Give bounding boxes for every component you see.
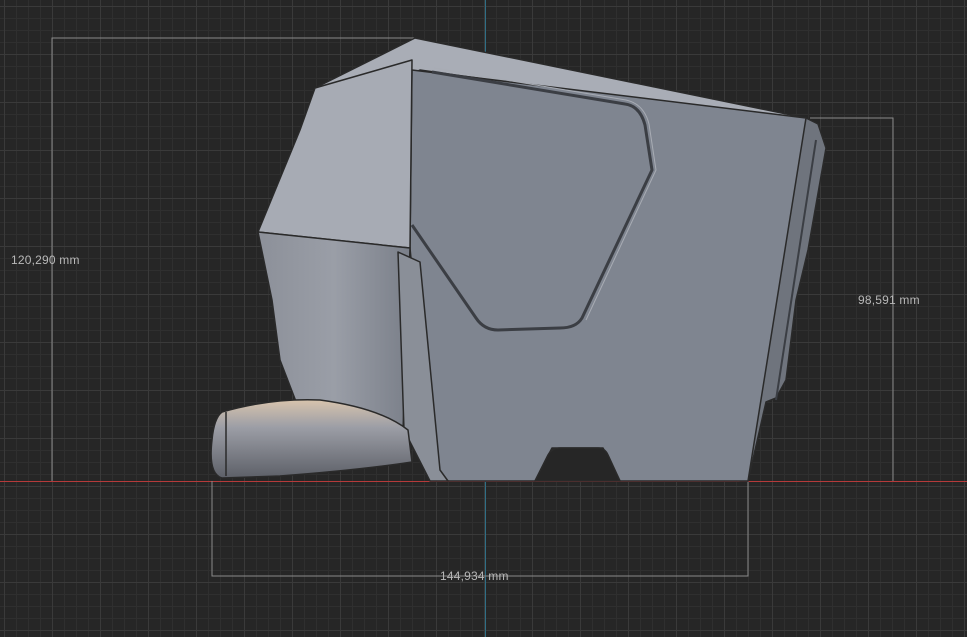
3d-viewport[interactable]: 120,290 mm 98,591 mm 144,934 mm (0, 0, 967, 637)
dimension-label-height-body: 98,591 mm (858, 293, 920, 307)
dimension-label-width: 144,934 mm (440, 569, 509, 583)
head-upper-face (257, 59, 413, 249)
elephant-model[interactable] (210, 37, 827, 482)
body-side-face (409, 69, 807, 482)
dimension-label-height-total: 120,290 mm (11, 253, 80, 267)
model-canvas[interactable] (0, 0, 967, 637)
dim-line-width (211, 481, 749, 577)
